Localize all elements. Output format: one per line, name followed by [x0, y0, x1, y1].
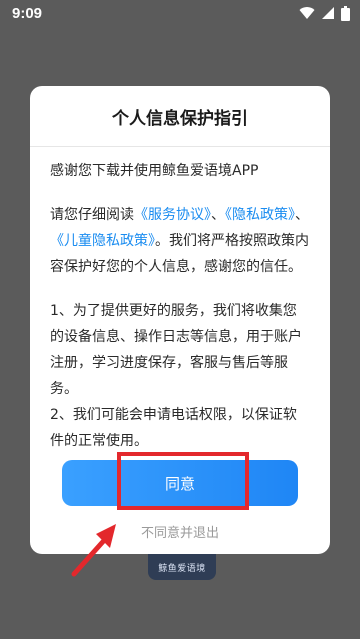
separator-2: 、 — [295, 207, 309, 223]
policy-paragraph: 请您仔细阅读《服务协议》、《隐私政策》、《儿童隐私政策》。我们将严格按照政策内容… — [50, 202, 310, 280]
intro-text: 感谢您下载并使用鲸鱼爱语境APP — [50, 163, 259, 179]
app-logo-text: 鲸鱼爱语境 — [158, 564, 206, 574]
separator-1: 、 — [211, 207, 225, 223]
dialog-title: 个人信息保护指引 — [112, 109, 248, 129]
item-2-text: 2、我们可能会申请电话权限，以保证软件的正常使用。 — [50, 407, 297, 449]
title-divider — [30, 146, 330, 147]
highlight-annotation-box — [117, 452, 249, 510]
wifi-icon — [299, 7, 315, 20]
status-icons — [299, 5, 350, 21]
service-agreement-link[interactable]: 《服务协议》 — [134, 207, 211, 223]
status-time: 9:09 — [12, 4, 43, 22]
child-privacy-policy-link[interactable]: 《儿童隐私政策》 — [50, 233, 155, 249]
status-bar: 9:09 — [0, 0, 360, 26]
item-1-text: 1、为了提供更好的服务，我们将收集您的设备信息、操作日志等信息，用于账户注册，学… — [50, 303, 302, 397]
policy-lead-text: 请您仔细阅读 — [50, 207, 134, 223]
arrow-annotation-icon — [71, 524, 116, 577]
privacy-policy-link[interactable]: 《隐私政策》 — [225, 207, 295, 223]
battery-icon — [341, 5, 350, 21]
signal-icon — [322, 7, 334, 19]
dialog-content[interactable]: 感谢您下载并使用鲸鱼爱语境APP 请您仔细阅读《服务协议》、《隐私政策》、《儿童… — [50, 158, 310, 452]
